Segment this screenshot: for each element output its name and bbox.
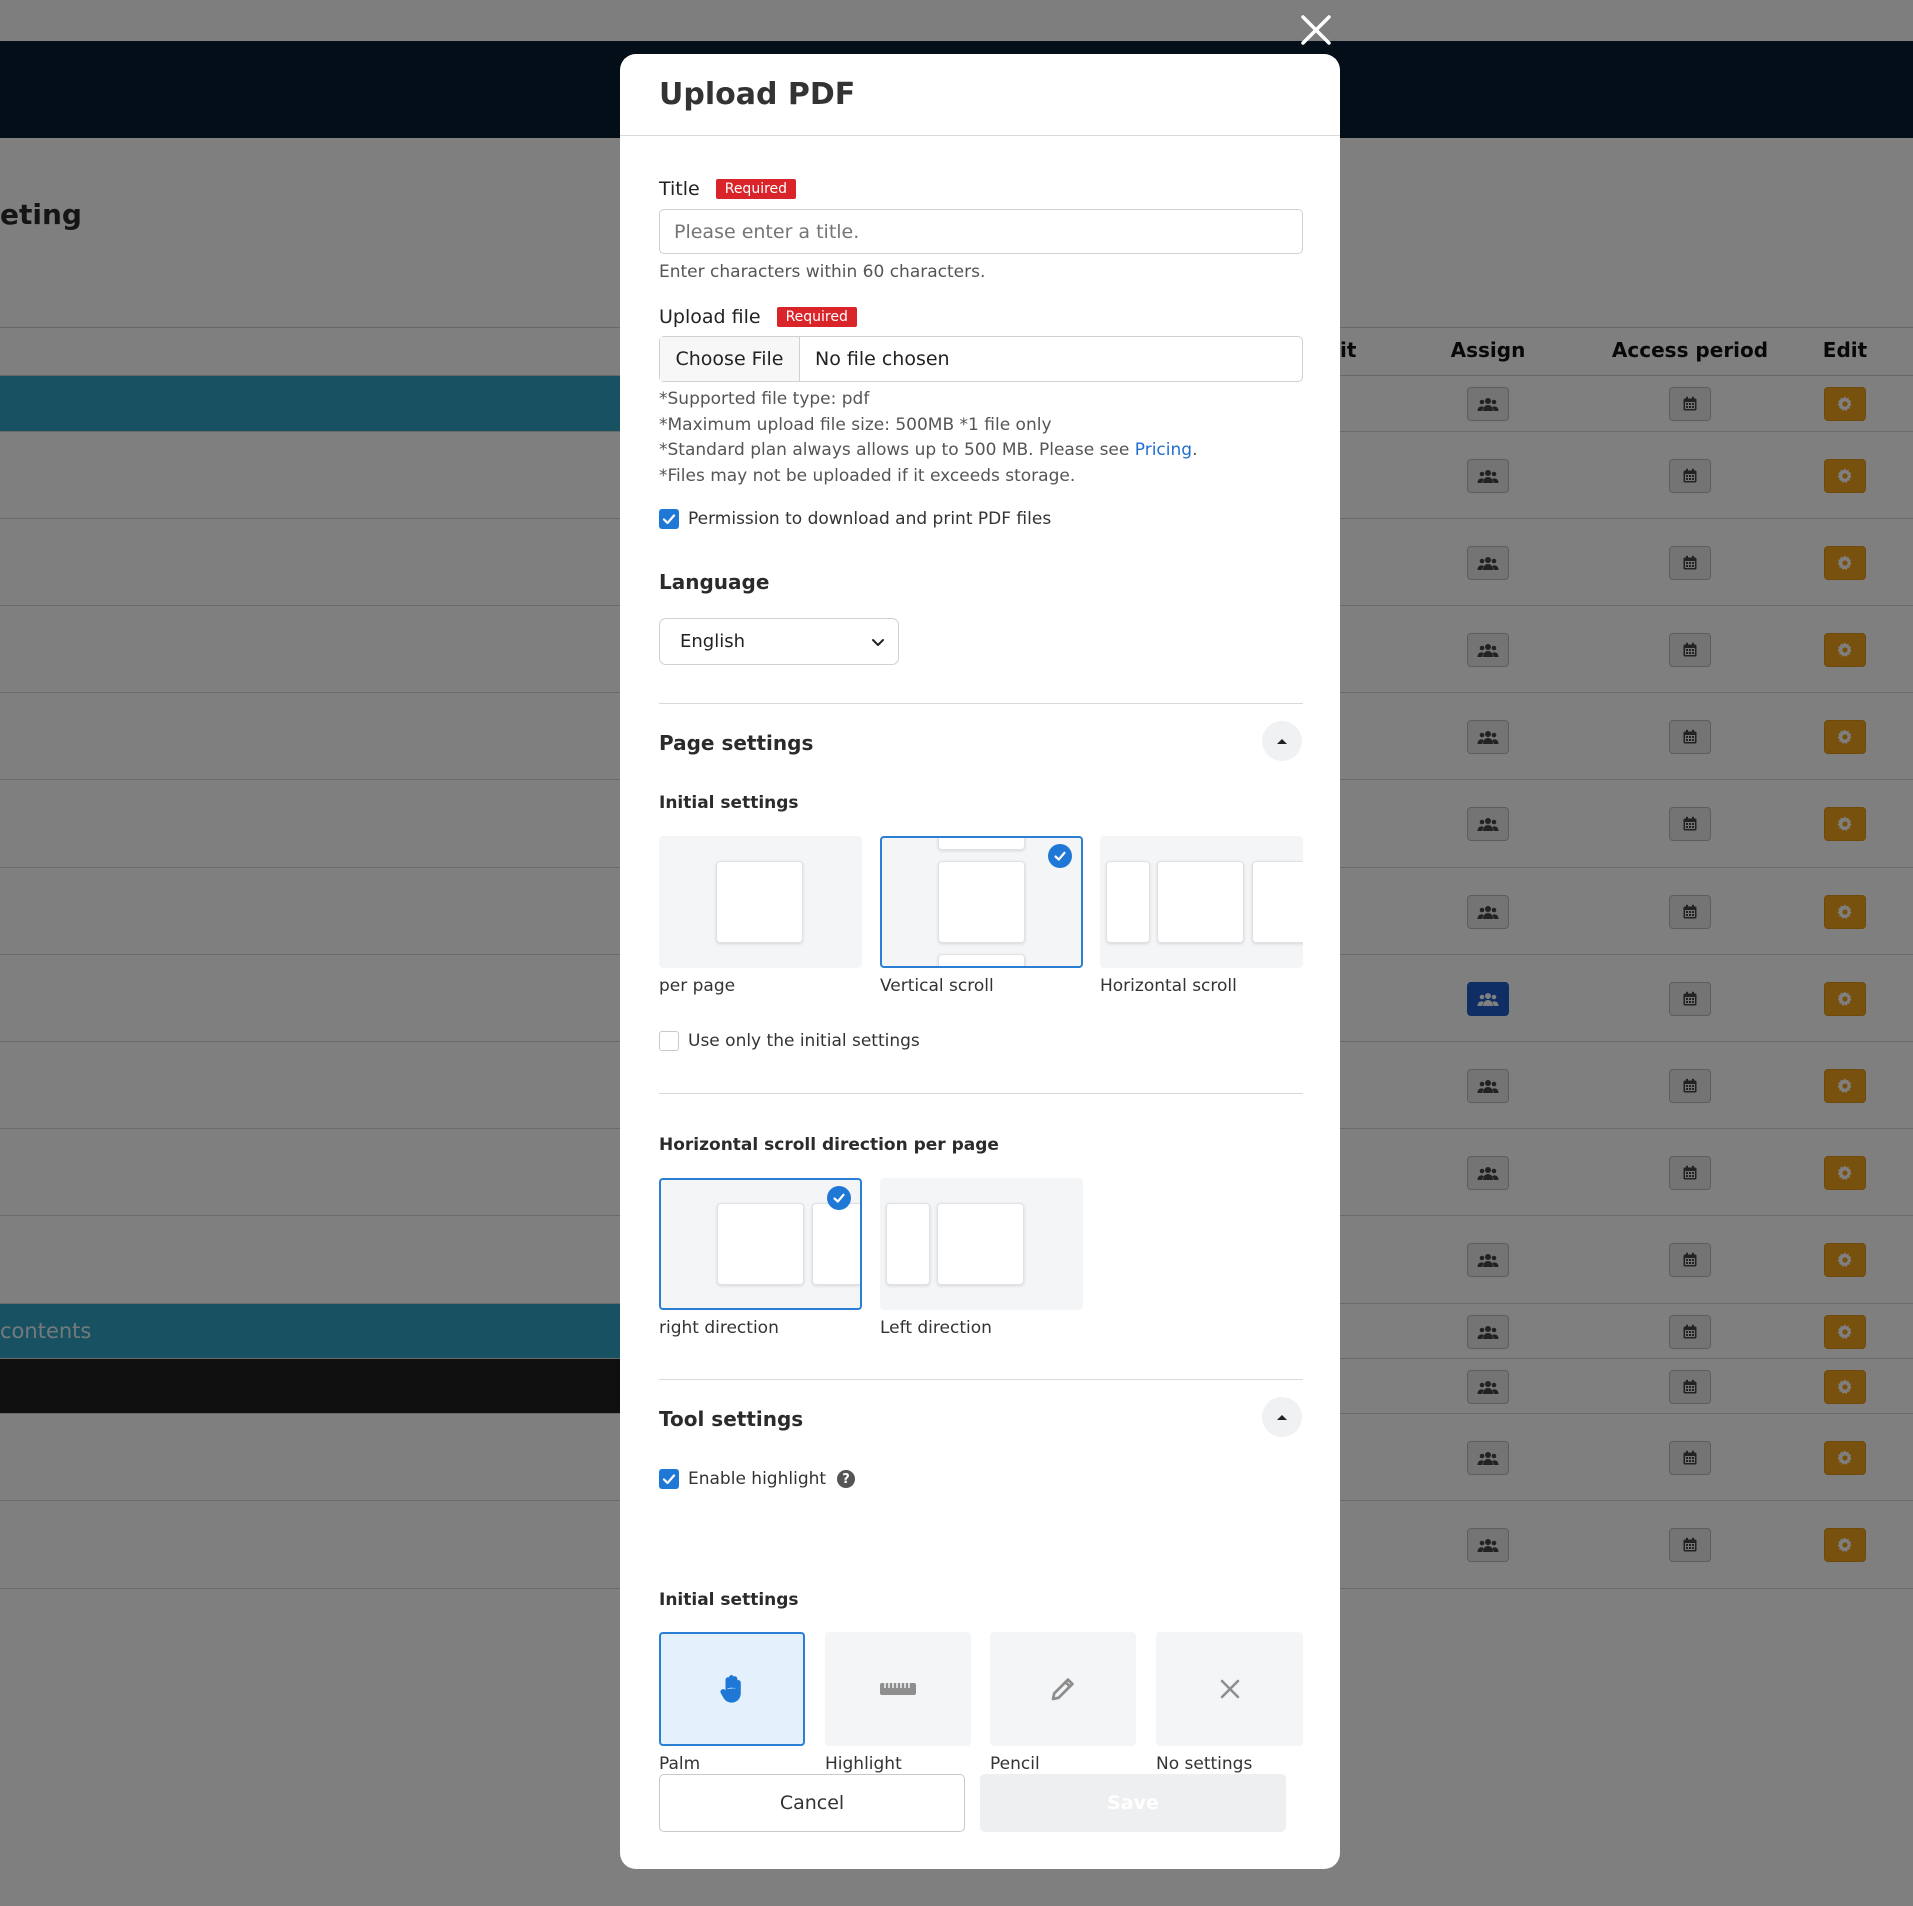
enable-highlight-checkbox[interactable] (659, 1469, 679, 1489)
note-storage: *Files may not be uploaded if it exceeds… (659, 465, 1076, 486)
divider (659, 1093, 1303, 1094)
tool-pencil-label: Pencil (990, 1754, 1040, 1774)
note-plan-suffix: . (1192, 440, 1198, 460)
highlighter-icon (880, 1683, 916, 1695)
page-preview (1252, 861, 1303, 943)
page-preview (937, 1203, 1024, 1285)
option-right-direction[interactable] (659, 1178, 862, 1310)
title-hint: Enter characters within 60 characters. (659, 262, 986, 282)
tool-highlight-label: Highlight (825, 1754, 902, 1774)
option-vertical-scroll-label: Vertical scroll (880, 976, 994, 996)
note-plan: *Standard plan always allows up to 500 M… (659, 438, 1197, 464)
tool-initial-settings-title: Initial settings (659, 1590, 799, 1610)
use-only-initial-checkbox[interactable] (659, 1031, 679, 1051)
divider (659, 1379, 1303, 1380)
close-modal-button[interactable] (1298, 12, 1334, 48)
selected-check-icon (1048, 844, 1072, 868)
download-permission-checkbox[interactable] (659, 509, 679, 529)
language-selected-value: English (680, 631, 745, 652)
caret-up-icon (1277, 1415, 1287, 1420)
note-max-size: *Maximum upload file size: 500MB *1 file… (659, 414, 1052, 435)
file-input[interactable]: Choose File No file chosen (659, 336, 1303, 382)
page-preview (1157, 861, 1244, 943)
close-icon (1301, 15, 1331, 45)
chevron-down-icon (872, 638, 884, 646)
check-icon (662, 514, 676, 525)
title-label: Title (659, 178, 700, 200)
page-preview (886, 1203, 930, 1285)
tool-option-highlight[interactable] (825, 1632, 971, 1746)
selected-check-icon (827, 1186, 851, 1210)
tool-option-no-settings[interactable] (1156, 1632, 1303, 1746)
required-badge: Required (776, 307, 857, 327)
enable-highlight-label: Enable highlight (688, 1469, 827, 1489)
page-settings-title: Page settings (659, 731, 814, 755)
option-right-direction-label: right direction (659, 1318, 779, 1338)
download-permission-label: Permission to download and print PDF fil… (688, 509, 1052, 529)
caret-up-icon (1277, 739, 1287, 744)
direction-title: Horizontal scroll direction per page (659, 1135, 999, 1155)
option-left-direction-label: Left direction (880, 1318, 992, 1338)
option-per-page-label: per page (659, 976, 736, 996)
hand-icon (720, 1675, 741, 1703)
option-vertical-scroll[interactable] (880, 836, 1083, 968)
tool-option-pencil[interactable] (990, 1632, 1136, 1746)
upload-file-label: Upload file (659, 306, 761, 328)
pricing-link[interactable]: Pricing (1135, 440, 1192, 460)
page-settings-collapse-button[interactable] (1262, 721, 1302, 761)
option-horizontal-scroll[interactable] (1100, 836, 1303, 968)
cancel-button[interactable]: Cancel (659, 1774, 965, 1832)
page-preview (938, 954, 1025, 966)
tool-option-palm[interactable] (659, 1632, 805, 1746)
file-status-text: No file chosen (815, 348, 950, 370)
page-preview (717, 1203, 804, 1285)
page-preview (812, 1203, 860, 1285)
page-preview (938, 838, 1025, 850)
use-only-initial-label: Use only the initial settings (688, 1031, 920, 1051)
title-input[interactable] (659, 209, 1303, 254)
choose-file-button[interactable]: Choose File (660, 337, 800, 381)
help-icon[interactable]: ? (837, 1470, 856, 1488)
save-button[interactable]: Save (980, 1774, 1286, 1832)
language-label: Language (659, 570, 770, 594)
page-preview (716, 861, 803, 943)
pencil-icon (1051, 1678, 1074, 1701)
tool-settings-collapse-button[interactable] (1262, 1397, 1302, 1437)
divider (659, 703, 1303, 704)
tool-settings-title: Tool settings (659, 1407, 804, 1431)
upload-notes: *Supported file type: pdf *Maximum uploa… (659, 387, 1197, 489)
page-preview (1106, 861, 1150, 943)
note-plan-text: *Standard plan always allows up to 500 M… (659, 440, 1135, 460)
page-preview (938, 861, 1025, 943)
check-icon (662, 1474, 676, 1485)
option-left-direction[interactable] (880, 1178, 1083, 1310)
tool-palm-label: Palm (659, 1754, 701, 1774)
upload-pdf-modal: Upload PDF Title Required Enter characte… (620, 54, 1340, 1869)
modal-header: Upload PDF (620, 54, 1340, 136)
option-per-page[interactable] (659, 836, 862, 968)
note-file-type: *Supported file type: pdf (659, 389, 870, 409)
modal-title: Upload PDF (659, 77, 856, 112)
required-badge: Required (715, 179, 797, 199)
tool-no-settings-label: No settings (1156, 1754, 1253, 1774)
language-select[interactable]: English (659, 618, 899, 665)
initial-settings-title: Initial settings (659, 793, 799, 813)
option-horizontal-scroll-label: Horizontal scroll (1100, 976, 1237, 996)
x-icon (1220, 1679, 1239, 1699)
